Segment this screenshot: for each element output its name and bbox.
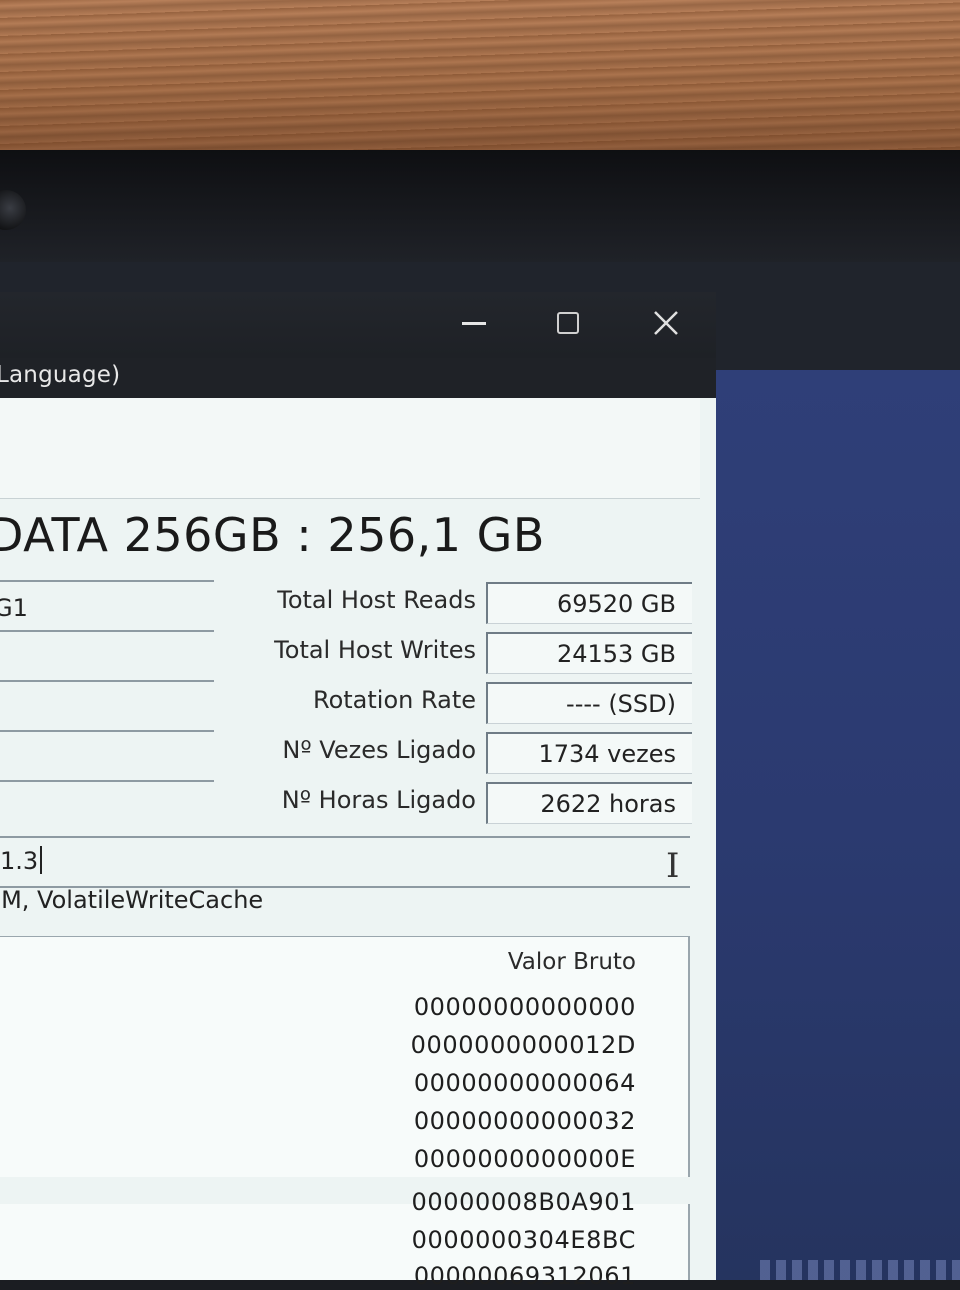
maximize-button[interactable]: [538, 306, 598, 340]
label: Nº Vezes Ligado: [282, 736, 476, 764]
table-overflow-rows: 00000008B0A901 0000000304E8BC 0000006931…: [0, 1188, 690, 1290]
info-row-total-host-writes: Total Host Writes 24153 GB: [240, 632, 692, 676]
menu-language[interactable]: Language): [0, 362, 120, 388]
text-caret: [40, 846, 43, 874]
info-row-power-on-count: Nº Vezes Ligado 1734 vezes: [240, 732, 692, 776]
total-host-writes-value: 24153 GB: [486, 632, 692, 674]
raw-value-cell: 00000069312061: [413, 1262, 636, 1290]
ibeam-cursor-icon: I: [666, 846, 680, 886]
info-row-total-host-reads: Total Host Reads 69520 GB: [240, 582, 692, 626]
info-row-power-on-hours: Nº Horas Ligado 2622 horas: [240, 782, 692, 826]
label: Rotation Rate: [312, 686, 476, 714]
firmware-field: [0, 536, 214, 582]
raw-value-cell: 00000000000032: [413, 1107, 636, 1135]
close-icon: [654, 311, 678, 335]
raw-value-cell: 0000000000012D: [410, 1031, 636, 1059]
rotation-rate-value: ---- (SSD): [486, 682, 692, 724]
drive-selector-strip[interactable]: [0, 398, 700, 499]
features-text: IM, VolatileWriteCache: [0, 886, 264, 914]
label: Nº Horas Ligado: [281, 786, 476, 814]
interface-field: [0, 636, 214, 682]
drive-letter-field: [0, 736, 214, 782]
maximize-icon: [557, 312, 579, 334]
transfer-mode-field: [0, 686, 214, 732]
info-row-rotation-rate: Rotation Rate ---- (SSD): [240, 682, 692, 726]
raw-value-cell: 00000008B0A901: [411, 1188, 636, 1216]
minimize-button[interactable]: [444, 306, 504, 340]
close-button[interactable]: [636, 306, 696, 340]
monitor-bezel: [0, 150, 960, 280]
smart-attributes-table[interactable]: Valor Bruto 00000000000000 0000000000012…: [0, 936, 690, 1177]
total-host-reads-value: 69520 GB: [486, 582, 692, 624]
label: Total Host Writes: [274, 636, 476, 664]
label: Total Host Reads: [277, 586, 476, 614]
raw-value-cell: 00000000000000: [413, 993, 636, 1021]
raw-value-header: Valor Bruto: [507, 949, 636, 975]
raw-value-cell: 0000000304E8BC: [411, 1226, 636, 1254]
desk-surface: [0, 0, 960, 160]
main-panel: DATA 256GB : 256,1 GB G1 Total Host Read…: [0, 398, 716, 1280]
standard-value: 1.3: [0, 847, 39, 875]
power-on-hours-value: 2622 horas: [486, 782, 692, 824]
serial-field: G1: [0, 586, 214, 632]
raw-value-cell: 00000000000064: [413, 1069, 636, 1097]
minimize-icon: [462, 322, 486, 325]
standard-field[interactable]: 1.3 I: [0, 836, 690, 888]
raw-value-cell: 0000000000000E: [413, 1145, 636, 1173]
crystaldiskinfo-window: Language) DATA 256GB : 256,1 GB G1 Total…: [0, 292, 716, 1280]
title-bar[interactable]: [0, 292, 716, 358]
power-on-count-value: 1734 vezes: [486, 732, 692, 774]
desktop-wallpaper: [715, 370, 960, 1280]
menu-bar: Language): [0, 358, 716, 398]
